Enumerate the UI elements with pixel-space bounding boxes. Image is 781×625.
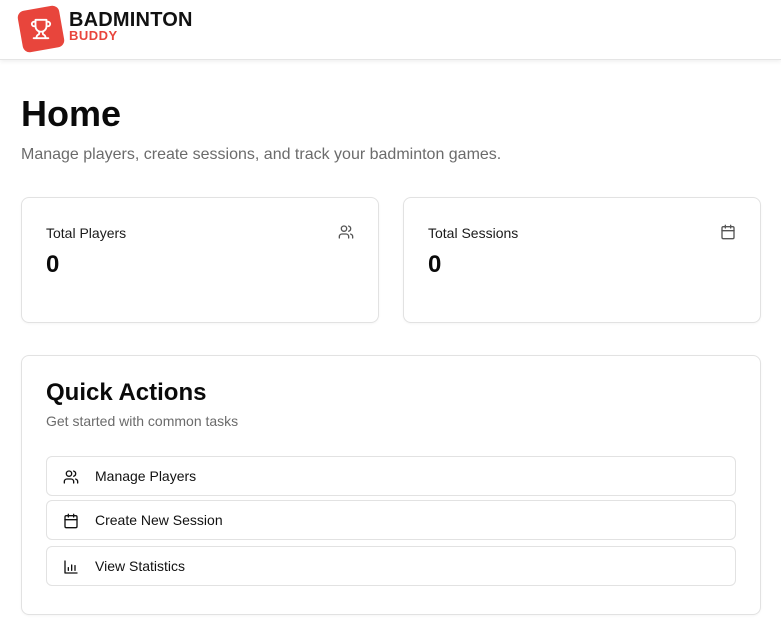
button-label: Manage Players (95, 468, 197, 484)
total-sessions-card: Total Sessions 0 (403, 197, 761, 323)
users-icon (338, 225, 354, 239)
trophy-icon (30, 18, 52, 40)
page-title: Home (21, 93, 122, 134)
bar-chart-icon (64, 560, 78, 574)
calendar-icon (64, 513, 78, 529)
stat-value: 0 (46, 251, 60, 278)
stat-label: Total Sessions (428, 225, 519, 241)
manage-players-button[interactable]: Manage Players (46, 456, 736, 496)
calendar-icon (721, 224, 735, 240)
quick-actions-card: Quick Actions Get started with common ta… (21, 355, 761, 615)
app-logo[interactable] (16, 4, 66, 54)
users-icon (63, 470, 79, 484)
page-subtitle: Manage players, create sessions, and tra… (21, 146, 502, 163)
quick-actions-title: Quick Actions (46, 379, 207, 406)
quick-actions-description: Get started with common tasks (46, 413, 239, 429)
button-label: View Statistics (95, 558, 185, 574)
top-bar: BADMINTON BUDDY (0, 0, 781, 60)
create-new-session-button[interactable]: Create New Session (46, 500, 736, 540)
view-statistics-button[interactable]: View Statistics (46, 546, 736, 586)
button-label: Create New Session (95, 512, 223, 528)
stat-value: 0 (428, 251, 442, 278)
brand-subname: BUDDY (69, 28, 118, 43)
total-players-card: Total Players 0 (21, 197, 379, 323)
stat-label: Total Players (46, 225, 127, 241)
